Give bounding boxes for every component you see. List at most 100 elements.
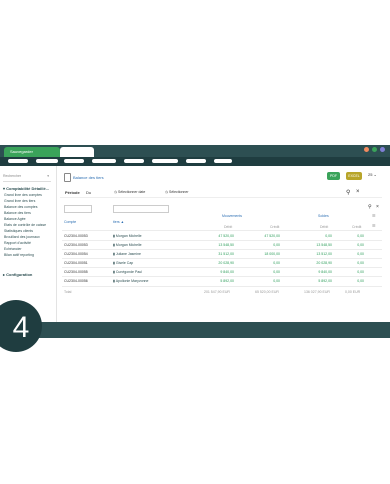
end-date-value: Sélectionner — [169, 190, 189, 194]
sidebar-item[interactable]: Statistiques clients — [4, 229, 33, 233]
cell-solde-credit: 0,00 — [357, 243, 364, 247]
cell-solde-credit: 0,00 — [357, 234, 364, 238]
divider — [62, 240, 382, 241]
cell-mvt-debit: 13 548,50 — [218, 243, 234, 247]
tiers-name: Morgan Michelle — [115, 234, 142, 238]
divider — [62, 230, 382, 231]
sidebar-select[interactable]: Rechercher ▾ — [3, 172, 51, 182]
menu-item[interactable] — [124, 159, 144, 163]
window-dot-orange[interactable] — [364, 147, 369, 152]
header-soldes: Soldes — [318, 214, 329, 218]
total-label: Total — [64, 290, 72, 294]
sidebar-item[interactable]: Bilan actif reporting — [4, 253, 34, 257]
footer-band — [0, 322, 390, 338]
search-icon[interactable]: ⚲ — [346, 189, 350, 196]
menu-item[interactable] — [214, 159, 232, 163]
close-icon[interactable]: × — [376, 204, 379, 210]
menu-item[interactable] — [8, 159, 28, 163]
cell-compte: CU2304-00054 — [64, 252, 88, 256]
menu-item[interactable] — [64, 159, 84, 163]
cell-solde-credit: 0,00 — [357, 270, 364, 274]
cell-mvt-credit: 18 000,00 — [264, 252, 280, 256]
sidebar-item[interactable]: Balance Agée — [4, 217, 26, 221]
sidebar-config-label: Configuration — [6, 272, 33, 277]
sidebar-select-value: Rechercher — [3, 174, 22, 178]
sidebar-item[interactable]: Rapport d'activité — [4, 241, 31, 245]
menu-item[interactable] — [152, 159, 178, 163]
cell-mvt-credit: 0,00 — [273, 270, 280, 274]
header-mvt-credit[interactable]: Crédit — [270, 225, 279, 229]
cell-mvt-debit: 31 512,00 — [218, 252, 234, 256]
divider — [62, 258, 382, 259]
menu-item[interactable] — [92, 159, 116, 163]
start-date-field[interactable]: ◷ Sélectionner date — [114, 190, 145, 194]
cell-mvt-credit: 0,00 — [273, 279, 280, 283]
total-mvt-debit: 201 547,90 EUR — [204, 290, 230, 294]
sidebar-item[interactable]: Balance des comptes — [4, 205, 37, 209]
tiers-name: Apollonie Maryvonne — [115, 279, 149, 283]
pdf-button[interactable]: PDF — [327, 172, 340, 180]
window-dot-purple[interactable] — [380, 147, 385, 152]
start-date-value: Sélectionner date — [118, 190, 146, 194]
search-icon[interactable]: ⚲ — [368, 204, 372, 210]
window-dot-green[interactable] — [372, 147, 377, 152]
sidebar-group-label: Comptabilité Détaillé... — [6, 186, 50, 191]
sidebar-item[interactable]: Grand livre des comptes — [4, 193, 42, 197]
cell-tiers[interactable]: ▮ Juliane Jasmine — [113, 252, 141, 256]
tiers-name: Cunégonde Paul — [115, 270, 142, 274]
header-solde-credit[interactable]: Crédit — [352, 225, 361, 229]
divider — [62, 276, 382, 277]
menu-item[interactable] — [186, 159, 206, 163]
cell-solde-credit: 0,00 — [357, 252, 364, 256]
sidebar-group-comptabilite[interactable]: ▾ Comptabilité Détaillé... — [3, 186, 49, 191]
tiers-name: Morgan Michelle — [115, 243, 142, 247]
divider — [62, 249, 382, 250]
close-icon[interactable]: × — [356, 189, 360, 195]
total-solde-debit: 136 027,90 EUR — [304, 290, 330, 294]
cell-tiers[interactable]: ▮ Morgan Michelle — [113, 234, 142, 238]
columns-icon[interactable]: ☰ — [372, 213, 376, 218]
sidebar-group-configuration[interactable]: ▸ Configuration — [3, 272, 32, 277]
periode-label: Période — [65, 190, 80, 195]
cell-tiers[interactable]: ▮ Gisele Cap — [113, 261, 133, 265]
tiers-filter-input[interactable] — [113, 205, 169, 213]
tab-active[interactable]: Sauvegarder — [4, 147, 60, 157]
cell-compte: CU2304-00053 — [64, 234, 88, 238]
total-mvt-credit: 65 520,00 EUR — [255, 290, 279, 294]
cell-mvt-credit: 0,00 — [273, 243, 280, 247]
cell-tiers[interactable]: ▮ Apollonie Maryvonne — [113, 279, 148, 283]
compte-filter-input[interactable] — [64, 205, 92, 213]
divider — [62, 267, 382, 268]
cell-tiers[interactable]: ▮ Morgan Michelle — [113, 243, 142, 247]
sidebar-item[interactable]: Echéancier — [4, 247, 22, 251]
chevron-down-icon: ▾ — [47, 174, 49, 178]
header-compte[interactable]: Compte — [64, 220, 76, 224]
excel-button[interactable]: EXCEL — [346, 172, 362, 180]
tab-new[interactable] — [60, 147, 94, 157]
sidebar-item[interactable]: Grand livre des tiers — [4, 199, 35, 203]
divider — [62, 286, 382, 287]
cell-mvt-credit: 0,00 — [273, 261, 280, 265]
tiers-name: Gisele Cap — [115, 261, 134, 265]
sidebar-item[interactable]: Etats de contrôle de caisse — [4, 223, 46, 227]
zoom-select[interactable]: 25 ⌄ — [368, 172, 377, 177]
sidebar-item[interactable]: Brouillard des journaux — [4, 235, 40, 239]
cell-tiers[interactable]: ▮ Cunégonde Paul — [113, 270, 142, 274]
sidebar-item[interactable]: Balance des tiers — [4, 211, 31, 215]
cell-compte: CU2304-00056 — [64, 279, 88, 283]
cell-compte: CU2304-00051 — [64, 261, 88, 265]
menu-item[interactable] — [36, 159, 58, 163]
du-label: Du — [86, 190, 92, 195]
cell-mvt-debit: 5 892,00 — [220, 279, 234, 283]
cell-compte: CU2304-00053 — [64, 243, 88, 247]
header-solde-debit[interactable]: Débit — [320, 225, 328, 229]
filter-row — [60, 187, 382, 198]
header-mouvements: Mouvements — [222, 214, 243, 218]
header-tiers[interactable]: tiers ▲ — [113, 220, 124, 224]
columns-icon[interactable]: ☰ — [372, 223, 376, 228]
end-date-field[interactable]: ◷ Sélectionner — [165, 190, 189, 194]
cell-mvt-debit: 47 520,00 — [218, 234, 234, 238]
total-solde-credit: 0,00 EUR — [345, 290, 361, 294]
page-title: Balance des tiers — [73, 175, 104, 180]
header-mvt-debit[interactable]: Débit — [224, 225, 232, 229]
